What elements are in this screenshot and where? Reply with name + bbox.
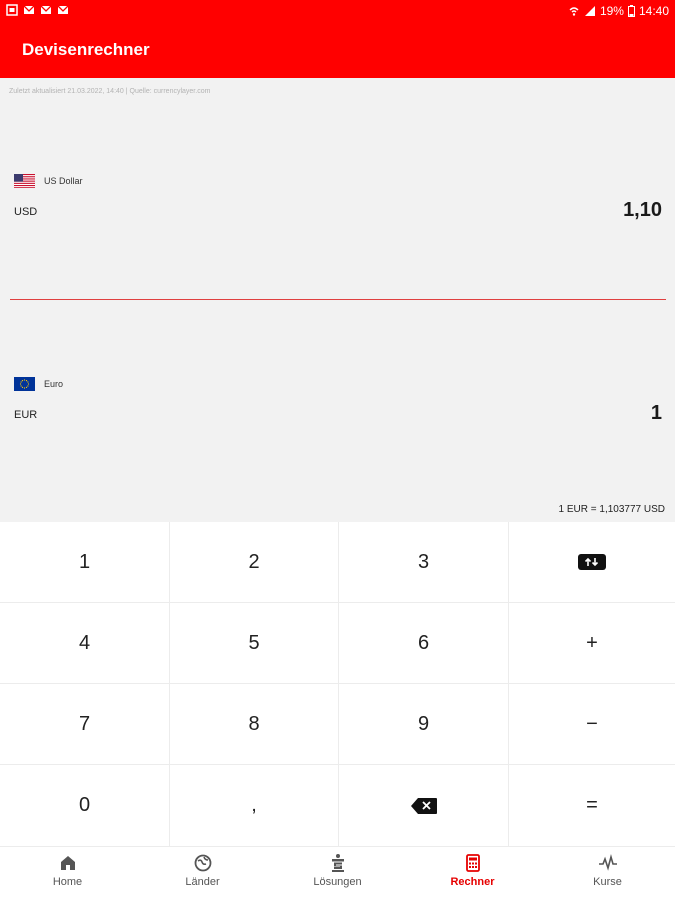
sparkasse-icon bbox=[331, 854, 344, 872]
nav-label: Rechner bbox=[450, 876, 495, 888]
currency-name: US Dollar bbox=[44, 176, 83, 186]
chart-pulse-icon bbox=[598, 854, 617, 871]
mail-notification-icon-3 bbox=[57, 5, 69, 14]
calculator-icon bbox=[465, 854, 480, 872]
key-3[interactable]: 3 bbox=[339, 522, 509, 603]
converter-panel: Zuletzt aktualisiert 21.03.2022, 14:40 |… bbox=[0, 78, 675, 522]
key-4[interactable]: 4 bbox=[0, 603, 170, 684]
backspace-button[interactable] bbox=[339, 765, 509, 846]
key-7[interactable]: 7 bbox=[0, 684, 170, 765]
backspace-icon bbox=[410, 797, 437, 814]
key-5[interactable]: 5 bbox=[170, 603, 339, 684]
app-root: 19% 14:40 Devisenrechner Zuletzt aktuali… bbox=[0, 0, 675, 900]
exchange-rate-text: 1 EUR = 1,103777 USD bbox=[558, 504, 665, 515]
key-2[interactable]: 2 bbox=[170, 522, 339, 603]
nav-item-kurse[interactable]: Kurse bbox=[540, 853, 675, 888]
mail-notification-icon bbox=[23, 5, 35, 14]
key-minus[interactable]: − bbox=[509, 684, 675, 765]
battery-icon bbox=[627, 5, 635, 17]
nav-label: Lösungen bbox=[313, 876, 362, 888]
home-icon bbox=[60, 856, 75, 870]
key-plus[interactable]: + bbox=[509, 603, 675, 684]
last-updated-text: Zuletzt aktualisiert 21.03.2022, 14:40 |… bbox=[9, 88, 211, 95]
nav-label: Home bbox=[52, 876, 83, 888]
nav-label: Kurse bbox=[593, 876, 622, 888]
app-bar: Devisenrechner bbox=[0, 24, 675, 78]
wifi-icon bbox=[569, 7, 579, 16]
eu-flag-icon bbox=[14, 377, 35, 391]
key-9[interactable]: 9 bbox=[339, 684, 509, 765]
bottom-navigation: Home Länder Lösungen Rechner Kurse bbox=[0, 846, 675, 900]
nav-item-laender[interactable]: Länder bbox=[135, 853, 270, 888]
currency-code: USD bbox=[14, 206, 38, 218]
us-flag-icon bbox=[14, 174, 35, 188]
swap-currencies-button[interactable] bbox=[509, 522, 675, 603]
nav-item-loesungen[interactable]: Lösungen bbox=[270, 853, 405, 888]
currency-code: EUR bbox=[14, 409, 38, 421]
currency-name: Euro bbox=[44, 379, 64, 389]
globe-icon bbox=[194, 854, 211, 872]
key-6[interactable]: 6 bbox=[339, 603, 509, 684]
nav-item-home[interactable]: Home bbox=[0, 853, 135, 888]
system-indicators: 19% 14:40 bbox=[568, 4, 669, 18]
page-title: Devisenrechner bbox=[22, 40, 150, 59]
number-keypad: 1 2 3 4 5 6 + 7 8 9 − 0 , = bbox=[0, 522, 675, 846]
mail-notification-icon-2 bbox=[40, 5, 52, 14]
key-1[interactable]: 1 bbox=[0, 522, 170, 603]
key-comma[interactable]: , bbox=[170, 765, 339, 846]
key-8[interactable]: 8 bbox=[170, 684, 339, 765]
clock: 14:40 bbox=[638, 4, 669, 18]
swap-currencies-icon bbox=[578, 554, 606, 570]
battery-percent: 19% bbox=[599, 4, 624, 18]
key-equals[interactable]: = bbox=[509, 765, 675, 846]
notification-icons bbox=[6, 4, 69, 16]
gallery-notification-icon bbox=[6, 4, 18, 16]
nav-item-rechner[interactable]: Rechner bbox=[405, 853, 540, 888]
currency-amount[interactable]: 1,10 bbox=[623, 199, 662, 222]
signal-icon bbox=[584, 6, 595, 16]
status-bar: 19% 14:40 bbox=[0, 0, 675, 24]
nav-label: Länder bbox=[185, 876, 220, 888]
divider bbox=[10, 299, 666, 300]
currency-amount[interactable]: 1 bbox=[651, 402, 662, 425]
key-0[interactable]: 0 bbox=[0, 765, 170, 846]
